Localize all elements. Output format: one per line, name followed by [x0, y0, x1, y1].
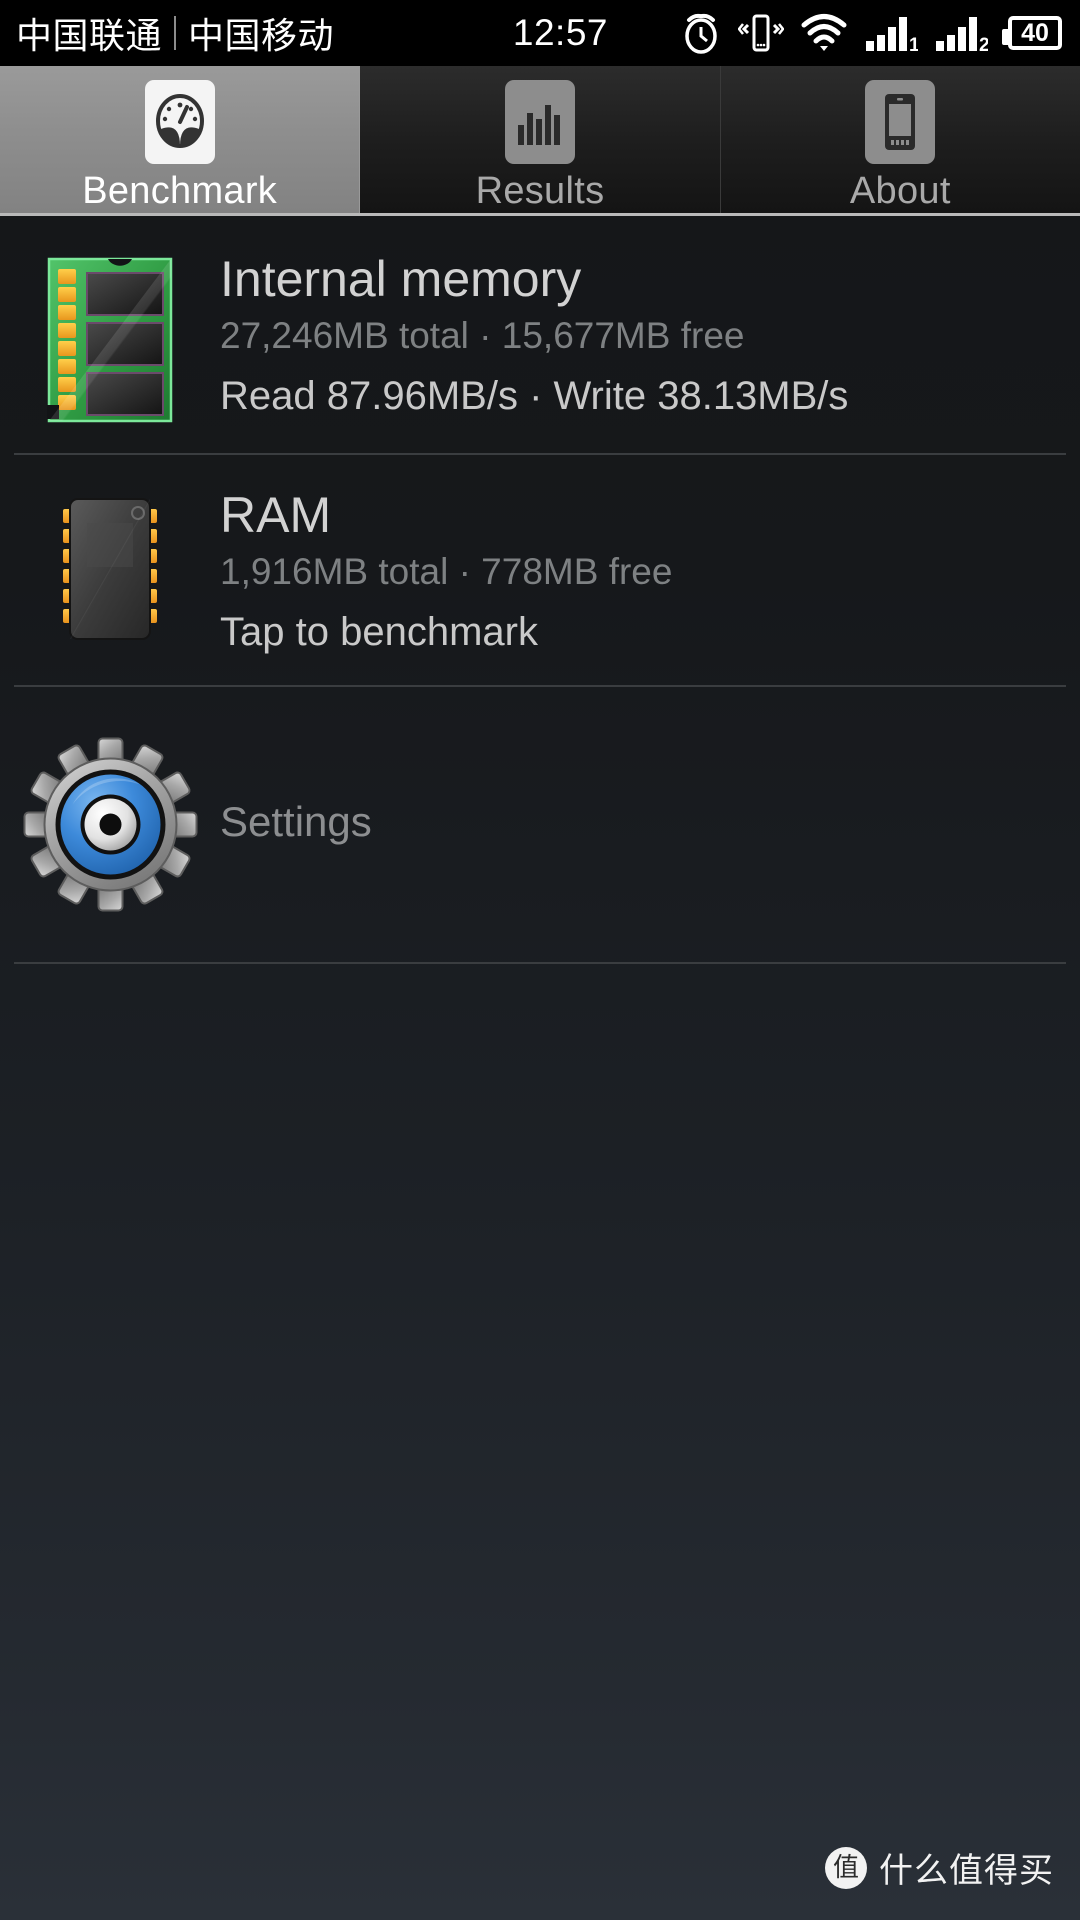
speedometer-icon: [155, 94, 204, 148]
internal-memory-icon-slot: [0, 251, 220, 425]
gear-icon: [23, 737, 197, 912]
phone-device-icon: [885, 94, 916, 150]
settings-icon-slot: [0, 733, 220, 912]
ram-title: RAM: [220, 487, 332, 543]
tab-about[interactable]: About: [721, 66, 1080, 213]
ram-text: RAM 1,916MB total · 778MB free Tap to be…: [220, 487, 1080, 657]
battery-icon: 40: [1002, 16, 1062, 50]
tab-results-icon-box: [504, 80, 575, 164]
vibrate-icon: [738, 14, 784, 52]
settings-text: Settings: [220, 798, 1080, 846]
tab-benchmark[interactable]: Benchmark: [0, 66, 361, 213]
tab-bar: Benchmark Results About: [0, 66, 1080, 216]
svg-text:1: 1: [909, 35, 918, 55]
list-item-settings[interactable]: Settings: [0, 687, 1080, 962]
memory-module-icon: [47, 257, 173, 423]
wifi-icon: [801, 14, 847, 51]
settings-label: Settings: [220, 798, 372, 846]
internal-memory-text: Internal memory 27,246MB total · 15,677M…: [220, 251, 1080, 421]
ram-chip-icon: [63, 498, 157, 640]
battery-percent-label: 40: [1021, 18, 1049, 47]
ram-icon-slot: [0, 487, 220, 656]
ram-benchmark-action: Tap to benchmark: [220, 609, 538, 654]
divider-after-settings: [14, 961, 1066, 964]
signal-sim1-icon: 1: [866, 17, 918, 55]
carrier-labels: 中国联通 中国移动: [16, 7, 334, 59]
list-item-ram[interactable]: RAM 1,916MB total · 778MB free Tap to be…: [0, 455, 1080, 685]
internal-memory-title: Internal memory: [220, 251, 582, 307]
tab-about-icon-box: [865, 80, 936, 164]
watermark-badge: 值: [825, 1846, 867, 1889]
clock-label: 12:57: [512, 12, 608, 53]
watermark-label: 什么值得买: [879, 1852, 1054, 1890]
list-item-internal-memory[interactable]: Internal memory 27,246MB total · 15,677M…: [0, 219, 1080, 453]
tab-benchmark-icon-box: [144, 80, 215, 164]
ram-capacity: 1,916MB total · 778MB free: [220, 551, 673, 592]
tab-results[interactable]: Results: [360, 66, 721, 213]
carrier-separator: [174, 16, 177, 50]
signal-sim2-icon: 2: [936, 17, 988, 55]
internal-memory-speeds: Read 87.96MB/s · Write 38.13MB/s: [220, 373, 849, 418]
app-screen: 中国联通 中国移动 12:57 1 2 40 Benchmark Results…: [0, 0, 1080, 1920]
tab-about-label: About: [849, 170, 951, 212]
internal-memory-capacity: 27,246MB total · 15,677MB free: [220, 315, 745, 356]
tab-benchmark-label: Benchmark: [82, 170, 278, 212]
watermark: 值 什么值得买: [825, 1843, 1054, 1892]
carrier-secondary-label: 中国移动: [188, 15, 335, 56]
status-icons: 1 2 40: [680, 11, 1062, 55]
status-bar: 中国联通 中国移动 12:57 1 2 40: [0, 0, 1080, 66]
alarm-clock-icon: [685, 13, 717, 54]
carrier-primary-label: 中国联通: [16, 15, 163, 56]
bar-chart-icon: [517, 105, 560, 145]
benchmark-list: Internal memory 27,246MB total · 15,677M…: [0, 219, 1080, 964]
svg-text:2: 2: [979, 35, 988, 55]
tab-results-label: Results: [475, 170, 605, 212]
